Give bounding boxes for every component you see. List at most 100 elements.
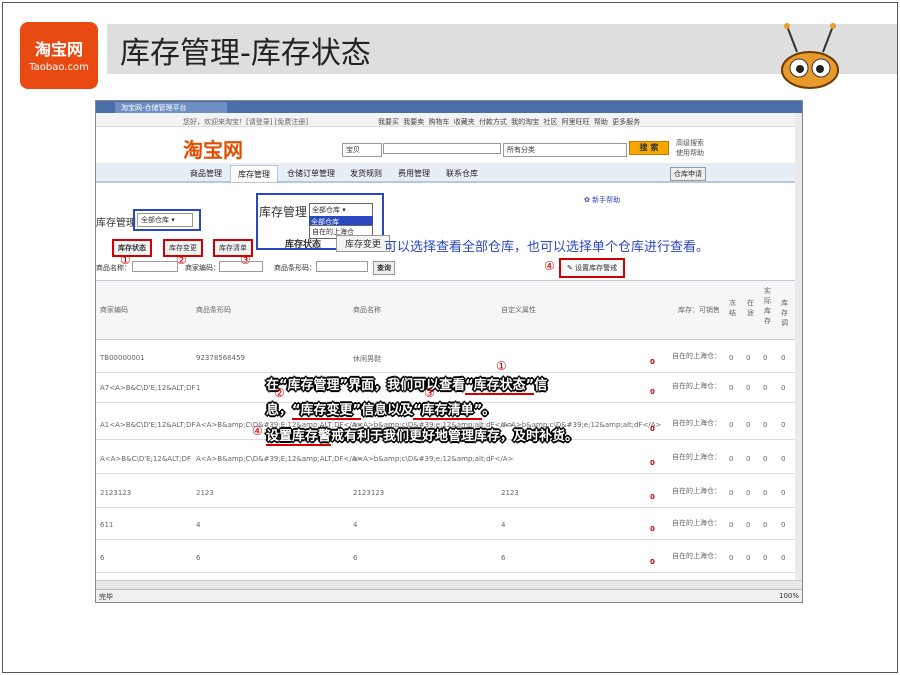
- stock-value: 0: [650, 558, 655, 566]
- count-cell: 0: [729, 455, 734, 463]
- link-cart[interactable]: 购物车: [428, 118, 449, 126]
- horizontal-scrollbar[interactable]: [96, 580, 802, 589]
- table-cell: 1: [196, 384, 201, 392]
- count-cell: 0: [746, 521, 751, 529]
- warehouse-cell: 自在的上海仓：: [672, 453, 721, 461]
- tab-inventory-status[interactable]: 库存状态: [112, 239, 152, 257]
- count-cell: 0: [729, 354, 734, 362]
- ann-text-2e: 。: [482, 403, 496, 418]
- count-cell: 0: [781, 521, 786, 529]
- link-help[interactable]: 帮助: [594, 118, 608, 126]
- table-cell: A<A>B&amp;C\D&#39;E;12&amp;ALT;DF</A>: [196, 455, 363, 463]
- taobao-logo: 淘宝网 Taobao.com: [20, 22, 98, 89]
- table-cell: TB00000001: [100, 354, 145, 362]
- table-cell: 6: [100, 554, 105, 562]
- adv-search-link[interactable]: 高级搜索: [676, 138, 704, 148]
- col-adjust: 库存调: [781, 299, 788, 327]
- col-actual: 实际库存: [764, 287, 771, 325]
- status-text: 完毕: [99, 593, 113, 601]
- help-link[interactable]: 使用帮助: [676, 148, 704, 158]
- table-row: [96, 572, 802, 573]
- stock-value: 0: [650, 358, 655, 366]
- query-button[interactable]: 查询: [373, 261, 395, 275]
- link-community[interactable]: 社区: [543, 118, 557, 126]
- warehouse-cell: 自在的上海仓：: [672, 487, 721, 495]
- ann-marker-2: ②: [274, 386, 285, 400]
- new-help-link[interactable]: ✿ 新手帮助: [584, 195, 620, 205]
- table-cell: 4: [353, 521, 358, 529]
- link-mytaobao[interactable]: 我的淘宝: [511, 118, 539, 126]
- stock-value: 0: [650, 493, 655, 501]
- filter-code-input[interactable]: [219, 261, 263, 272]
- ann-text-2a: 息，: [266, 403, 293, 418]
- welcome-links[interactable]: 您好，欢迎来淘宝！[请登录] [免费注册]: [183, 117, 308, 127]
- nav-contact[interactable]: 联系仓库: [439, 165, 485, 182]
- search-category-select[interactable]: 宝贝: [342, 143, 382, 157]
- logo-text-cn: 淘宝网: [34, 40, 83, 59]
- nav-ship-rules[interactable]: 发货规则: [343, 165, 389, 182]
- ann-text-2d: “库存清单”: [413, 403, 483, 420]
- link-pay[interactable]: 付款方式: [479, 118, 507, 126]
- ann-marker-1: ①: [496, 359, 507, 373]
- link-more[interactable]: 更多服务: [612, 118, 640, 126]
- stock-value: 0: [650, 459, 655, 467]
- warehouse-select-value: 全部仓库: [141, 216, 169, 224]
- filter-code-label: 商家编码：: [185, 264, 220, 272]
- table-row: [96, 372, 802, 373]
- zoom-popup-select[interactable]: 全部仓库 ▾: [309, 203, 373, 217]
- link-buy[interactable]: 我要买: [378, 118, 399, 126]
- ann-marker-4: ④: [252, 424, 263, 438]
- blue-annotation: 可以选择查看全部仓库，也可以选择单个仓库进行查看。: [384, 240, 710, 255]
- marker-4: ④: [544, 259, 555, 273]
- filter-barcode-input[interactable]: [316, 261, 368, 272]
- nav-goods[interactable]: 商品管理: [183, 165, 229, 182]
- nav-orders[interactable]: 仓储订单管理: [280, 165, 342, 182]
- table-cell: a<A>b&amp;c\D&#39;e;12&amp;alt;dF</A>: [353, 455, 514, 463]
- col-name: 商品名称: [353, 306, 381, 314]
- ann-text-1a: 在“库存管理”界面，我们可以查看: [266, 378, 466, 393]
- link-fav[interactable]: 收藏夹: [454, 118, 475, 126]
- link-wangwang[interactable]: 阿里旺旺: [562, 118, 590, 126]
- zoom-level[interactable]: 100%: [779, 592, 799, 600]
- site-logo[interactable]: 淘宝网: [183, 134, 243, 163]
- count-cell: 0: [729, 489, 734, 497]
- nav-inventory[interactable]: 库存管理: [230, 165, 278, 182]
- top-right-links[interactable]: 我要买 我要卖 购物车 收藏夹 付款方式 我的淘宝 社区 阿里旺旺 帮助 更多服…: [378, 117, 640, 127]
- col-custom: 自定义属性: [501, 306, 536, 314]
- warehouse-apply-button[interactable]: 仓库申请: [670, 167, 706, 181]
- inventory-label: 库存管理: [96, 218, 136, 229]
- warehouse-cell: 自在的上海仓：: [672, 382, 721, 390]
- count-cell: 0: [729, 421, 734, 429]
- ann-text-2c: 信息以及: [361, 403, 414, 418]
- filter-name-input[interactable]: [132, 261, 178, 272]
- count-cell: 0: [763, 554, 768, 562]
- table-cell: 4: [196, 521, 201, 529]
- warehouse-select[interactable]: 全部仓库 ▾: [137, 213, 193, 227]
- search-all-select[interactable]: 所有分类: [503, 143, 627, 157]
- annotation-line2: 息，“库存变更”信息以及“库存清单”。: [266, 399, 496, 420]
- count-cell: 0: [763, 384, 768, 392]
- search-button[interactable]: 搜 索: [629, 141, 669, 155]
- slide-title: 库存管理-库存状态: [120, 36, 371, 71]
- count-cell: 0: [729, 384, 734, 392]
- vertical-scrollbar[interactable]: [795, 113, 802, 580]
- logo-text-en: Taobao.com: [29, 62, 89, 73]
- set-alert-label: 设置库存警戒: [575, 264, 618, 272]
- zoom-tab-status[interactable]: 库存状态: [285, 237, 321, 250]
- nav-fees[interactable]: 费用管理: [391, 165, 437, 182]
- count-cell: 0: [746, 554, 751, 562]
- count-cell: 0: [746, 489, 751, 497]
- ant-mascot-icon: [781, 23, 839, 89]
- ann-text-1b: “库存状态”: [465, 378, 535, 395]
- table-cell: 2123123: [353, 489, 385, 497]
- filter-barcode-label: 商品条形码：: [274, 264, 316, 272]
- col-merchant-code: 商家编码: [100, 306, 128, 314]
- link-sell[interactable]: 我要卖: [403, 118, 424, 126]
- table-cell: 2123123: [100, 489, 132, 497]
- count-cell: 0: [729, 554, 734, 562]
- set-alert-button[interactable]: ✎ 设置库存警戒: [559, 258, 626, 278]
- search-input[interactable]: [383, 143, 501, 154]
- zoom-tab-change[interactable]: 库存变更: [336, 235, 391, 252]
- count-cell: 0: [763, 354, 768, 362]
- table-cell: 611: [100, 521, 114, 529]
